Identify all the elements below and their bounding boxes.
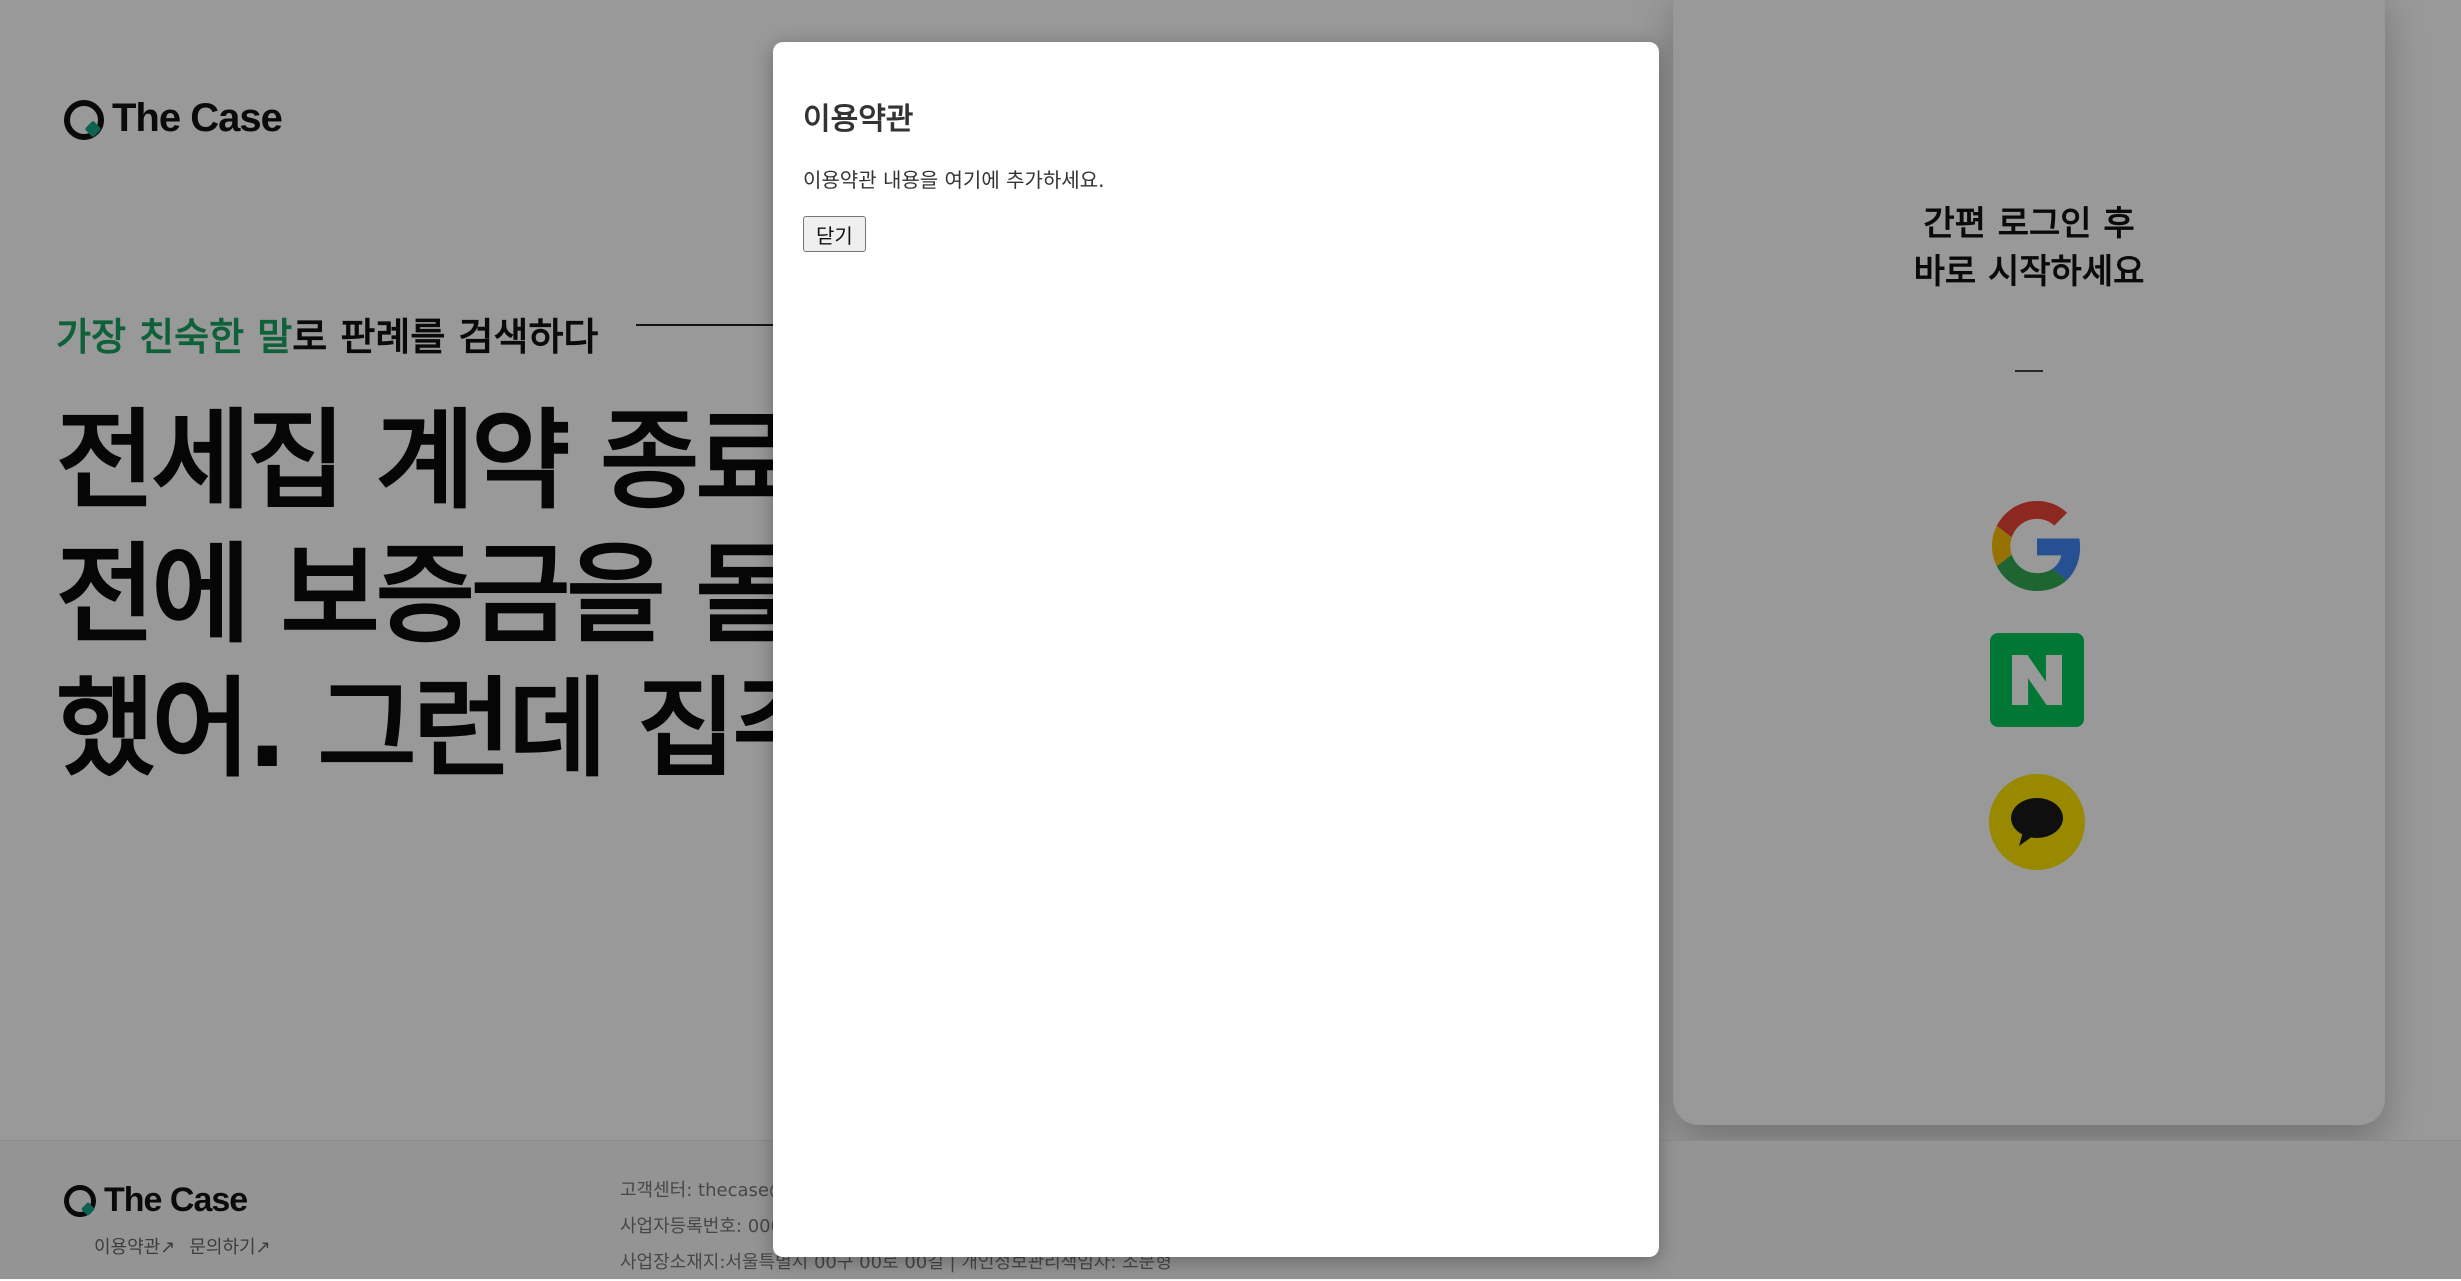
close-button[interactable]: 닫기 <box>803 216 866 252</box>
modal-title: 이용약관 <box>803 102 914 137</box>
modal-body: 이용약관 내용을 여기에 추가하세요. <box>803 168 1105 192</box>
terms-modal: 이용약관 이용약관 내용을 여기에 추가하세요. 닫기 <box>773 42 1659 1257</box>
